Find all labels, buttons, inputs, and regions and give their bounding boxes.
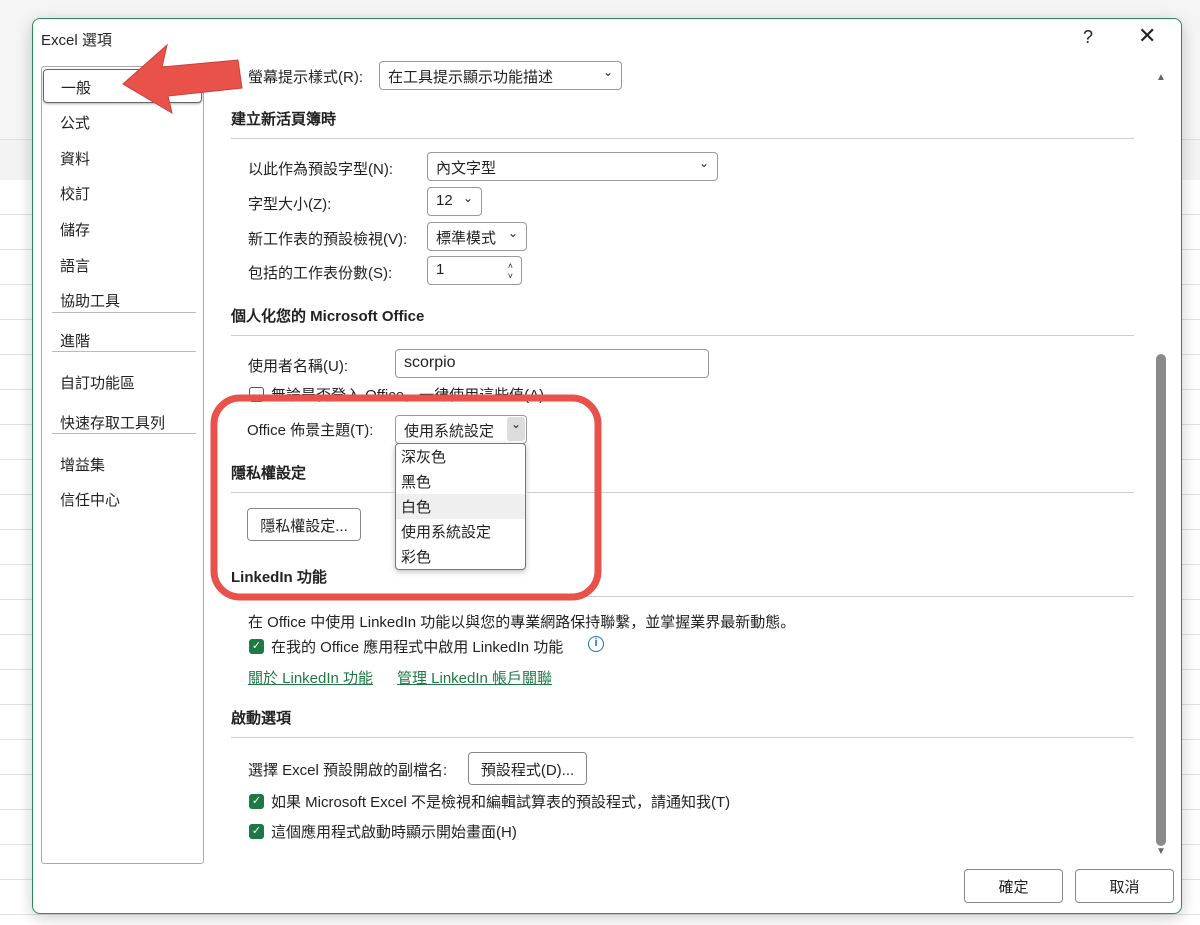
red-arrow-icon bbox=[122, 43, 243, 115]
highlight-box bbox=[210, 394, 602, 601]
annotation-overlay bbox=[122, 43, 602, 601]
